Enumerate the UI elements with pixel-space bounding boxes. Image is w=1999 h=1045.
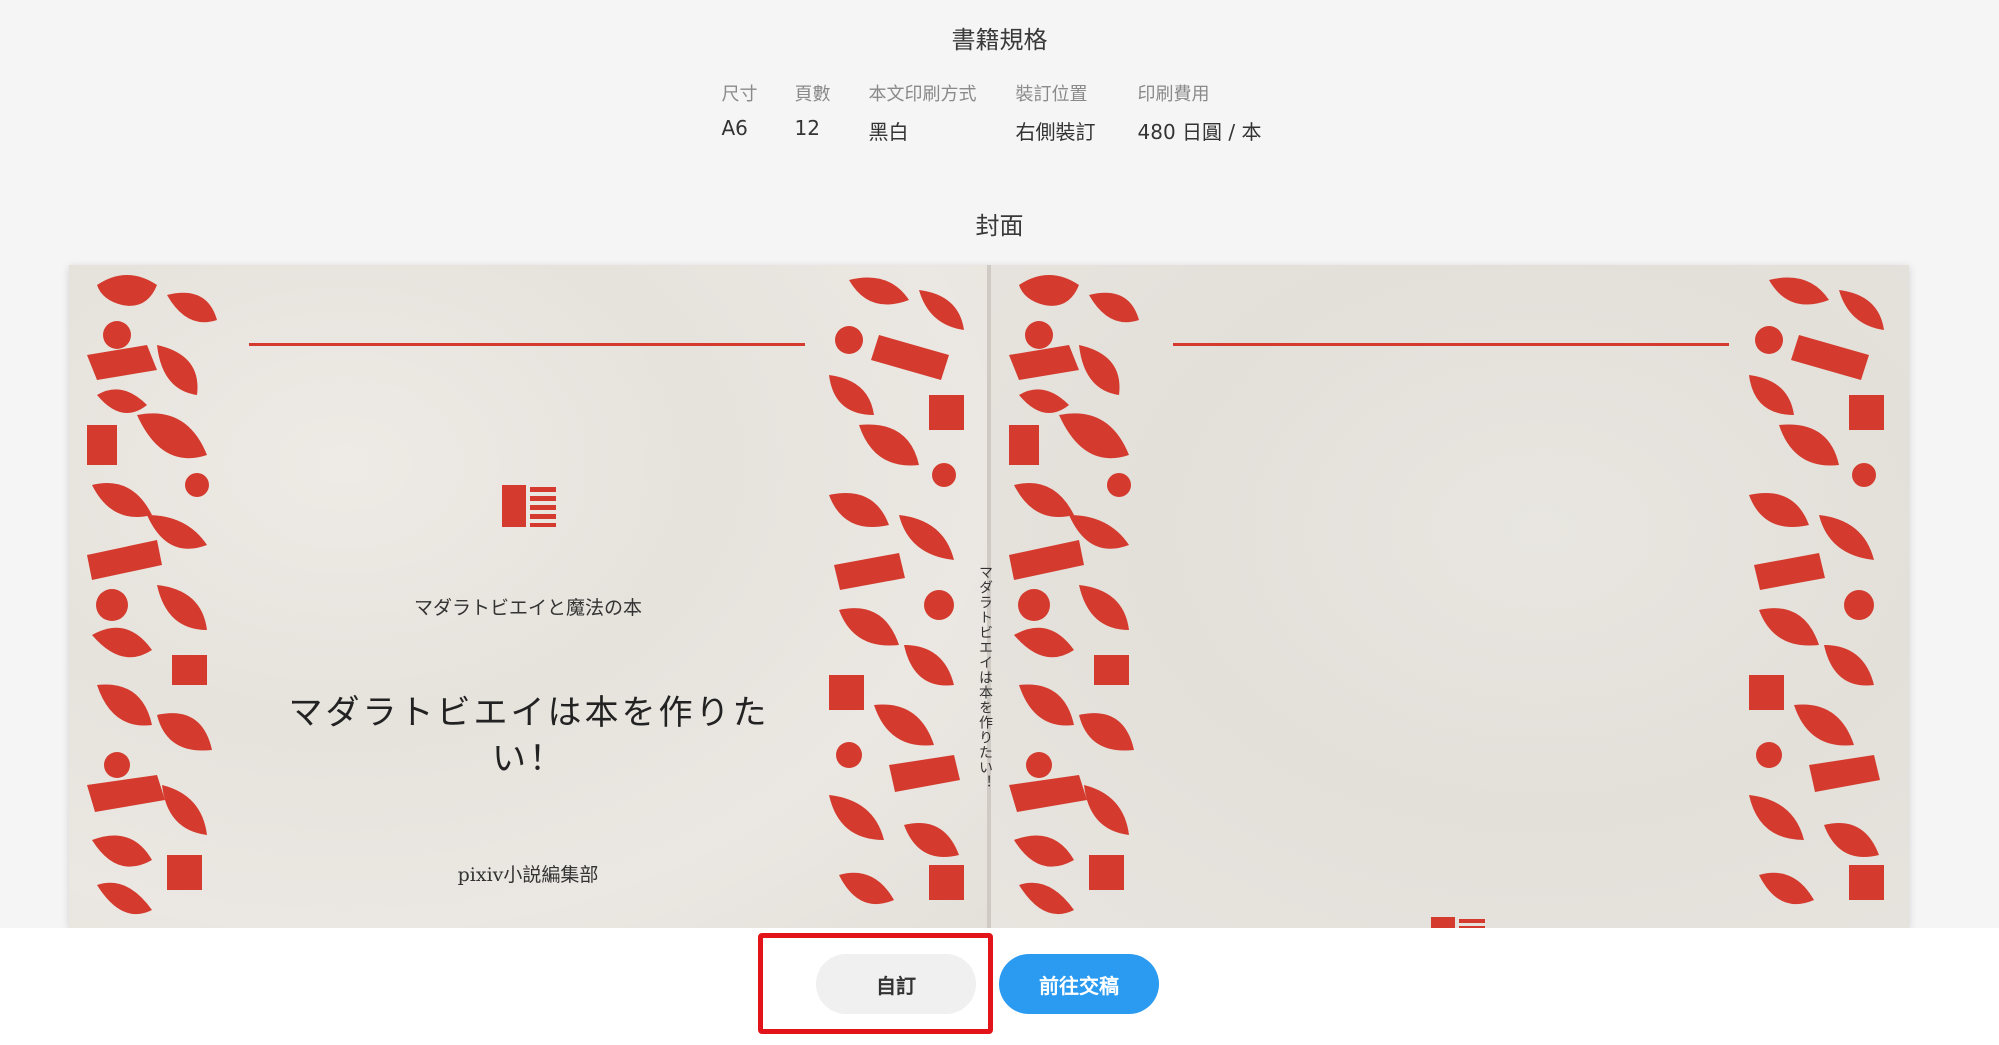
spec-binding-value: 右側裝訂 bbox=[1015, 120, 1096, 144]
spec-pages: 頁數 12 bbox=[795, 80, 869, 145]
cover-rule bbox=[1173, 343, 1729, 346]
floral-ornament-icon bbox=[1749, 277, 1884, 905]
spec-print-method-label: 本文印刷方式 bbox=[868, 84, 977, 105]
spec-cost-value: 480 日圓 / 本 bbox=[1137, 120, 1262, 144]
spec-size-value: A6 bbox=[721, 116, 748, 140]
spec-cost-label: 印刷費用 bbox=[1137, 84, 1210, 105]
spec-print-method-value: 黑白 bbox=[868, 120, 909, 144]
cover-rule bbox=[249, 343, 805, 346]
spec-binding: 裝訂位置 右側裝訂 bbox=[1016, 80, 1138, 145]
spec-print-method: 本文印刷方式 黑白 bbox=[869, 80, 1016, 145]
cover-section-title: 封面 bbox=[975, 212, 1024, 240]
book-logo-icon bbox=[1431, 917, 1485, 928]
front-cover: マダラトビエイと魔法の本 マダラトビエイは本を作りたい！ pixiv小説編集部 bbox=[69, 265, 987, 928]
spec-size: 尺寸 A6 bbox=[722, 80, 795, 145]
cover-main-title: マダラトビエイは本を作りたい！ bbox=[288, 693, 770, 779]
book-specs: 尺寸 A6 頁數 12 本文印刷方式 黑白 裝訂位置 右側裝訂 印刷費用 480… bbox=[0, 80, 1999, 145]
spec-pages-label: 頁數 bbox=[794, 84, 831, 105]
submit-manuscript-button[interactable]: 前往交稿 bbox=[999, 954, 1159, 1014]
cover-author: pixiv小説編集部 bbox=[457, 864, 599, 886]
spec-section-title: 書籍規格 bbox=[951, 26, 1048, 54]
floral-ornament-icon bbox=[1009, 275, 1139, 915]
spec-binding-label: 裝訂位置 bbox=[1015, 84, 1088, 105]
book-logo-icon bbox=[502, 485, 556, 527]
back-cover bbox=[991, 265, 1909, 928]
cover-subtitle: マダラトビエイと魔法の本 bbox=[413, 597, 642, 619]
spine-title: マダラトビエイは本を作りたい！ bbox=[977, 565, 993, 790]
spec-cost: 印刷費用 480 日圓 / 本 bbox=[1138, 80, 1278, 145]
self-order-button[interactable]: 自訂 bbox=[816, 954, 976, 1014]
spec-pages-value: 12 bbox=[794, 116, 820, 140]
spec-size-label: 尺寸 bbox=[721, 84, 758, 105]
